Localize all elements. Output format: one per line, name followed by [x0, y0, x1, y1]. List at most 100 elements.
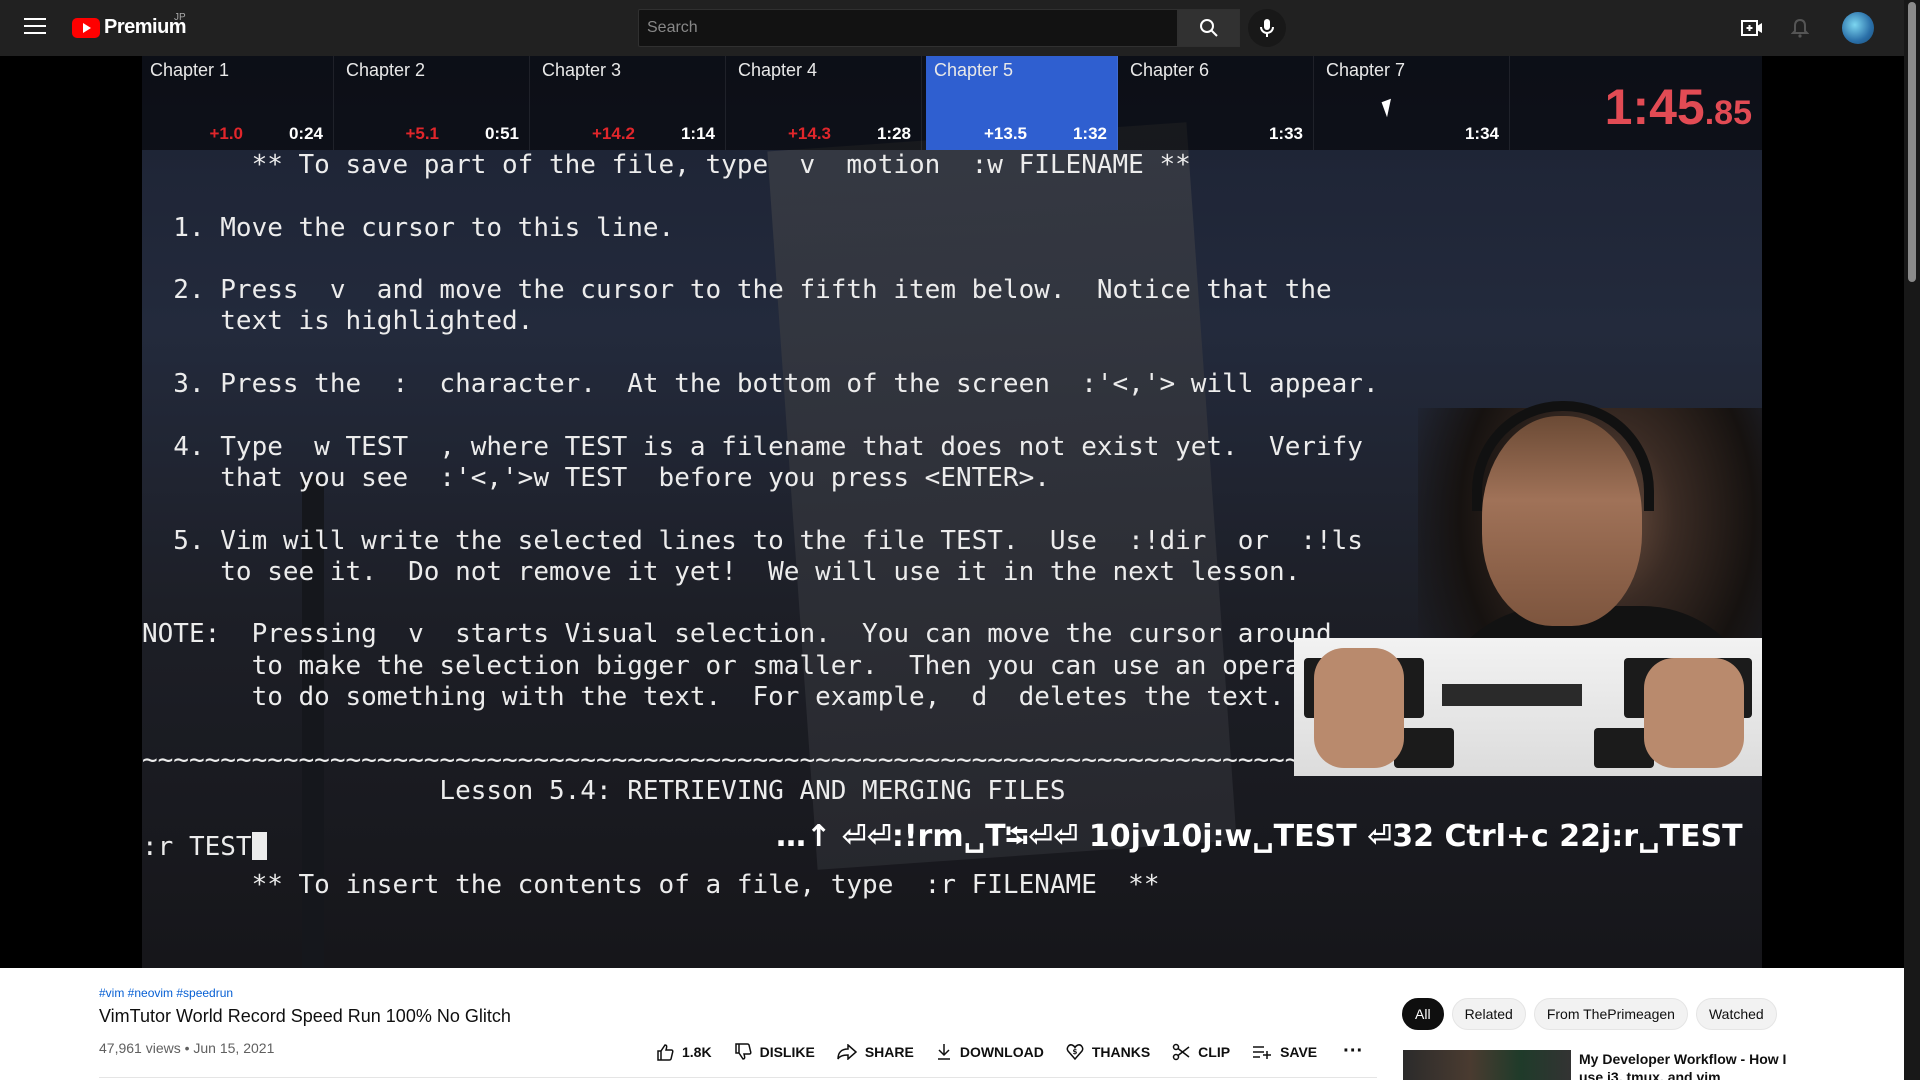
share-button[interactable]: SHARE	[837, 1043, 914, 1060]
terminal-line: Lesson 5.4: RETRIEVING AND MERGING FILES	[142, 775, 1066, 806]
search-icon	[1200, 19, 1218, 37]
recommendation-thumbnail[interactable]	[1403, 1050, 1571, 1080]
command-text: :r TEST	[142, 832, 252, 862]
speedrun-timer: 1:45.85	[1605, 78, 1752, 136]
search-box[interactable]	[638, 9, 1178, 47]
thumbs-down-icon	[734, 1042, 752, 1060]
scissors-icon	[1172, 1043, 1190, 1060]
voice-search-button[interactable]	[1248, 9, 1286, 47]
scrollbar-thumb[interactable]	[1908, 2, 1916, 282]
text-cursor	[251, 832, 267, 860]
chapter-title: Chapter 2	[346, 60, 426, 80]
chapter-split-3[interactable]: Chapter 3 +14.2 1:14	[534, 56, 726, 150]
like-button[interactable]: 1.8K	[656, 1043, 712, 1061]
chapter-title: Chapter 3	[542, 60, 622, 80]
download-label: DOWNLOAD	[959, 1043, 1044, 1060]
chapter-split-2[interactable]: Chapter 2 +5.1 0:51	[338, 56, 530, 150]
timer-fraction: .85	[1704, 94, 1752, 132]
chapter-splits: Chapter 1 +1.0 0:24 Chapter 2 +5.1 0:51 Chapte…	[142, 56, 1762, 150]
terminal-line: ** To insert the contents of a file, typ…	[142, 869, 1160, 900]
chapter-delta: +1.0	[209, 124, 243, 143]
top-bar: Premium JP	[0, 0, 1904, 56]
chapter-split-4[interactable]: Chapter 4 +14.3 1:28	[730, 56, 922, 150]
download-button[interactable]: DOWNLOAD	[936, 1043, 1044, 1061]
chip-watched[interactable]: Watched	[1695, 998, 1777, 1030]
terminal-line: ** To save part of the file, type v moti…	[142, 150, 1191, 180]
clip-button[interactable]: CLIP	[1172, 1043, 1230, 1061]
super-thanks-icon: $	[1066, 1043, 1084, 1060]
chapter-time: 1:28	[876, 124, 911, 143]
timer-main: 1:45	[1604, 79, 1705, 135]
recommendation-title[interactable]: My Developer Workflow - How I use i3, tm…	[1579, 1050, 1799, 1080]
view-count-and-date: 47,961 views • Jun 15, 2021	[99, 1040, 275, 1056]
bell-icon[interactable]	[1788, 16, 1812, 40]
chip-all[interactable]: All	[1402, 998, 1444, 1030]
vim-command-line: :r TEST	[142, 832, 267, 862]
video-player[interactable]: ** To save part of the file, type v moti…	[0, 56, 1904, 968]
dislike-label: DISLIKE	[759, 1043, 815, 1060]
left-hand	[1314, 648, 1404, 768]
video-frame[interactable]: ** To save part of the file, type v moti…	[142, 56, 1762, 968]
video-hashtags[interactable]: #vim #neovim #speedrun	[99, 986, 233, 1000]
chip-from-channel[interactable]: From ThePrimeagen	[1533, 998, 1688, 1030]
chapter-title: Chapter 7	[1326, 60, 1406, 80]
chapter-title: Chapter 5	[934, 60, 1014, 80]
chapter-split-5[interactable]: Chapter 5 +13.5 1:32	[926, 56, 1118, 150]
thanks-label: THANKS	[1091, 1043, 1151, 1060]
thumbs-up-icon	[657, 1043, 674, 1061]
avatar[interactable]	[1842, 12, 1874, 44]
search-button[interactable]	[1178, 9, 1240, 47]
share-label: SHARE	[864, 1043, 914, 1060]
chapter-split-7[interactable]: Chapter 7 1:34	[1318, 56, 1510, 150]
chapter-delta: +5.1	[405, 124, 439, 143]
chapter-delta: +14.3	[787, 124, 831, 143]
chapter-title: Chapter 6	[1130, 60, 1210, 80]
thanks-button[interactable]: $ THANKS	[1066, 1043, 1150, 1061]
chapter-time: 1:32	[1072, 124, 1107, 143]
page-scrollbar[interactable]	[1904, 0, 1920, 1080]
chapter-split-6[interactable]: Chapter 6 1:33	[1122, 56, 1314, 150]
share-arrow-icon	[837, 1043, 857, 1060]
like-count: 1.8K	[682, 1043, 712, 1060]
clip-label: CLIP	[1198, 1043, 1231, 1060]
youtube-play-icon	[72, 17, 100, 38]
youtube-premium-logo[interactable]: Premium	[72, 16, 187, 39]
terminal-line: 1. Move the cursor to this line.	[142, 212, 675, 243]
keystroke-overlay: …↑ ⏎⏎:!rm␣T⭾⏎⏎ 10jv10j:w␣TEST ⏎32 Ctrl+c…	[776, 819, 1743, 854]
chapter-delta: +14.2	[591, 124, 635, 143]
keyboard-logo	[1442, 684, 1582, 706]
right-hand	[1644, 658, 1744, 768]
save-button[interactable]: SAVE	[1252, 1044, 1317, 1060]
chapter-time: 1:34	[1464, 124, 1499, 143]
download-icon	[937, 1043, 950, 1060]
save-label: SAVE	[1280, 1043, 1318, 1060]
hamburger-menu-icon[interactable]	[24, 18, 46, 36]
dislike-button[interactable]: DISLIKE	[734, 1042, 815, 1061]
microphone-icon	[1260, 19, 1274, 37]
chapter-delta: +13.5	[983, 124, 1027, 143]
terminal-line: 3. Press the : character. At the bottom …	[142, 369, 1379, 400]
terminal-line: text is highlighted.	[142, 306, 534, 337]
filter-chips: All Related From ThePrimeagen Watched	[1402, 998, 1785, 1030]
chapter-split-1[interactable]: Chapter 1 +1.0 0:24	[142, 56, 334, 150]
divider	[99, 1077, 1377, 1078]
chapter-title: Chapter 4	[738, 60, 818, 80]
chip-related[interactable]: Related	[1451, 998, 1526, 1030]
more-actions-icon[interactable]: ···	[1343, 1040, 1363, 1063]
svg-text:$: $	[1072, 1048, 1077, 1056]
region-label: JP	[174, 12, 186, 23]
search-input[interactable]	[639, 10, 1177, 46]
video-info-section: #vim #neovim #speedrun VimTutor World Re…	[0, 968, 1904, 1080]
video-title: VimTutor World Record Speed Run 100% No …	[99, 1006, 511, 1026]
chapter-time: 1:33	[1268, 124, 1303, 143]
chapter-time: 0:24	[288, 124, 323, 143]
action-bar: 1.8K DISLIKE SHARE DOWNLOAD $ THANKS CLI…	[656, 1040, 1363, 1063]
create-video-icon[interactable]	[1740, 16, 1764, 40]
playlist-add-icon	[1253, 1045, 1272, 1059]
terminal-line: 2. Press v and move the cursor to the fi…	[142, 275, 1332, 306]
chapter-time: 1:14	[680, 124, 715, 143]
chapter-title: Chapter 1	[150, 60, 230, 80]
